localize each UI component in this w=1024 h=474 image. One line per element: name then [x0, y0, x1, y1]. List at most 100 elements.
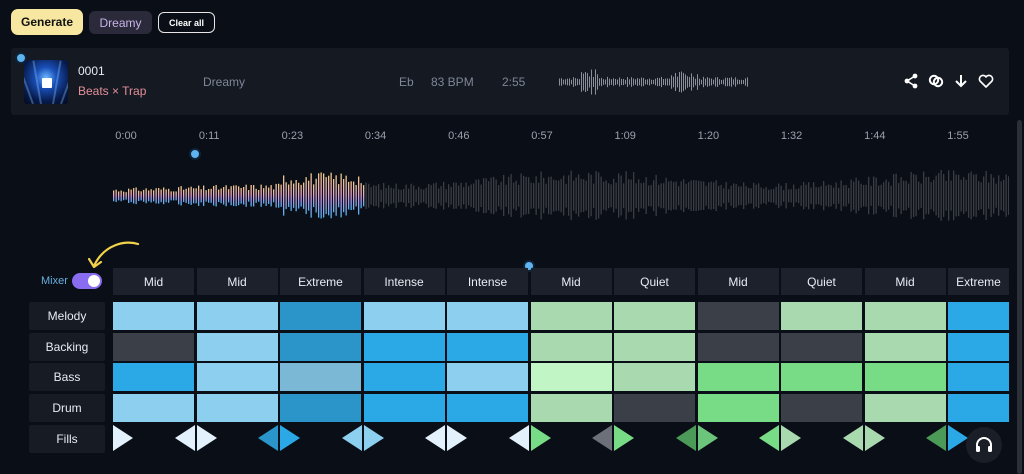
fill-in-right-marker[interactable]	[614, 425, 634, 451]
download-icon[interactable]	[952, 72, 970, 90]
mixer-cell[interactable]	[447, 363, 528, 391]
fill-in-left-marker[interactable]	[592, 425, 612, 451]
remix-icon[interactable]	[927, 72, 945, 90]
mixer-cell[interactable]	[864, 363, 946, 391]
mixer-cell[interactable]	[196, 302, 278, 330]
mixer-cell[interactable]	[697, 333, 779, 361]
timeline-tick: 1:55	[947, 130, 969, 142]
fill-in-left-marker[interactable]	[842, 425, 863, 451]
mixer-cell[interactable]	[196, 333, 278, 361]
mixer-cell[interactable]	[363, 363, 445, 391]
mixer-cell[interactable]	[614, 333, 695, 361]
mixer-cell[interactable]	[280, 394, 361, 422]
fill-in-right-marker[interactable]	[864, 425, 885, 451]
mixer-cell[interactable]	[196, 394, 278, 422]
section-label[interactable]: Extreme	[280, 268, 361, 295]
fill-in-right-marker[interactable]	[781, 425, 801, 451]
mixer-cell[interactable]	[113, 333, 194, 361]
timeline-tick: 1:32	[780, 130, 803, 142]
mixer-cell[interactable]	[781, 363, 862, 391]
mixer-cell[interactable]	[113, 394, 194, 422]
mixer-cell[interactable]	[280, 363, 361, 391]
mini-waveform[interactable]	[559, 68, 749, 96]
mixer-cell[interactable]	[196, 363, 278, 391]
timeline-tick: 1:09	[614, 130, 636, 142]
section-label[interactable]: Mid	[697, 268, 779, 295]
fill-in-left-marker[interactable]	[675, 425, 696, 451]
mixer-cell[interactable]	[447, 333, 528, 361]
mixer-cell[interactable]	[447, 394, 528, 422]
mixer-cell[interactable]	[864, 302, 946, 330]
track-key: Eb	[399, 75, 414, 89]
mixer-cell[interactable]	[530, 302, 612, 330]
generate-button[interactable]: Generate	[11, 9, 83, 35]
top-toolbar: Generate Dreamy Clear all	[0, 0, 1024, 44]
mixer-cell[interactable]	[363, 302, 445, 330]
fill-in-left-marker[interactable]	[174, 425, 195, 451]
stop-icon[interactable]	[42, 78, 52, 88]
mixer-cell[interactable]	[864, 394, 946, 422]
mixer-cell[interactable]	[614, 363, 695, 391]
row-label-bass: Bass	[29, 363, 105, 391]
mixer-cell[interactable]	[864, 333, 946, 361]
mixer-cell[interactable]	[530, 363, 612, 391]
scrollbar[interactable]	[1017, 120, 1022, 474]
mood-chip-dreamy[interactable]: Dreamy	[89, 11, 152, 34]
support-button[interactable]	[966, 427, 1002, 463]
mixer-cell[interactable]	[530, 394, 612, 422]
mixer-cell[interactable]	[781, 302, 862, 330]
mixer-cell[interactable]	[697, 302, 779, 330]
fill-in-left-marker[interactable]	[926, 425, 946, 451]
mixer-cell[interactable]	[113, 302, 194, 330]
section-label[interactable]: Quiet	[614, 268, 695, 295]
mixer-cell[interactable]	[781, 394, 862, 422]
track-row[interactable]: 0001 Beats × Trap Dreamy Eb 83 BPM 2:55	[11, 48, 1009, 115]
track-genre: Beats × Trap	[78, 84, 147, 98]
fill-in-right-marker[interactable]	[530, 425, 551, 451]
album-cover[interactable]	[24, 60, 68, 104]
mixer-cell[interactable]	[363, 333, 445, 361]
section-label[interactable]: Quiet	[781, 268, 862, 295]
mixer-cell[interactable]	[530, 333, 612, 361]
fill-in-left-marker[interactable]	[258, 425, 278, 451]
clear-all-button[interactable]: Clear all	[158, 12, 215, 33]
fill-in-right-marker[interactable]	[447, 425, 467, 451]
timeline-tick: 0:00	[115, 130, 137, 142]
fill-in-left-marker[interactable]	[508, 425, 529, 451]
fill-in-left-marker[interactable]	[425, 425, 445, 451]
share-icon[interactable]	[902, 72, 920, 90]
mixer-toggle[interactable]	[72, 273, 102, 289]
mixer-cell[interactable]	[781, 333, 862, 361]
mixer-cell[interactable]	[614, 394, 695, 422]
mixer-cell[interactable]	[948, 302, 1009, 330]
fill-in-left-marker[interactable]	[759, 425, 779, 451]
mixer-cell[interactable]	[113, 363, 194, 391]
timeline-tick: 1:44	[864, 130, 886, 142]
mixer-cell[interactable]	[948, 394, 1009, 422]
mixer-cell[interactable]	[363, 394, 445, 422]
section-label[interactable]: Extreme	[948, 268, 1009, 295]
mixer-cell[interactable]	[948, 333, 1009, 361]
fill-in-right-marker[interactable]	[280, 425, 300, 451]
fill-in-left-marker[interactable]	[341, 425, 362, 451]
fill-in-right-marker[interactable]	[948, 425, 968, 451]
fill-in-right-marker[interactable]	[363, 425, 384, 451]
main-waveform[interactable]	[113, 150, 1009, 240]
heart-icon[interactable]	[977, 72, 995, 90]
fill-in-right-marker[interactable]	[196, 425, 217, 451]
fill-in-right-marker[interactable]	[697, 425, 718, 451]
mixer-cell[interactable]	[697, 394, 779, 422]
mixer-cell[interactable]	[948, 363, 1009, 391]
section-label[interactable]: Intense	[363, 268, 445, 295]
section-label[interactable]: Mid	[113, 268, 194, 295]
mixer-cell[interactable]	[614, 302, 695, 330]
fill-in-right-marker[interactable]	[113, 425, 133, 451]
mixer-cell[interactable]	[280, 302, 361, 330]
mixer-cell[interactable]	[447, 302, 528, 330]
mixer-cell[interactable]	[280, 333, 361, 361]
section-label[interactable]: Intense	[447, 268, 528, 295]
section-label[interactable]: Mid	[196, 268, 278, 295]
section-label[interactable]: Mid	[530, 268, 612, 295]
mixer-cell[interactable]	[697, 363, 779, 391]
section-label[interactable]: Mid	[864, 268, 946, 295]
